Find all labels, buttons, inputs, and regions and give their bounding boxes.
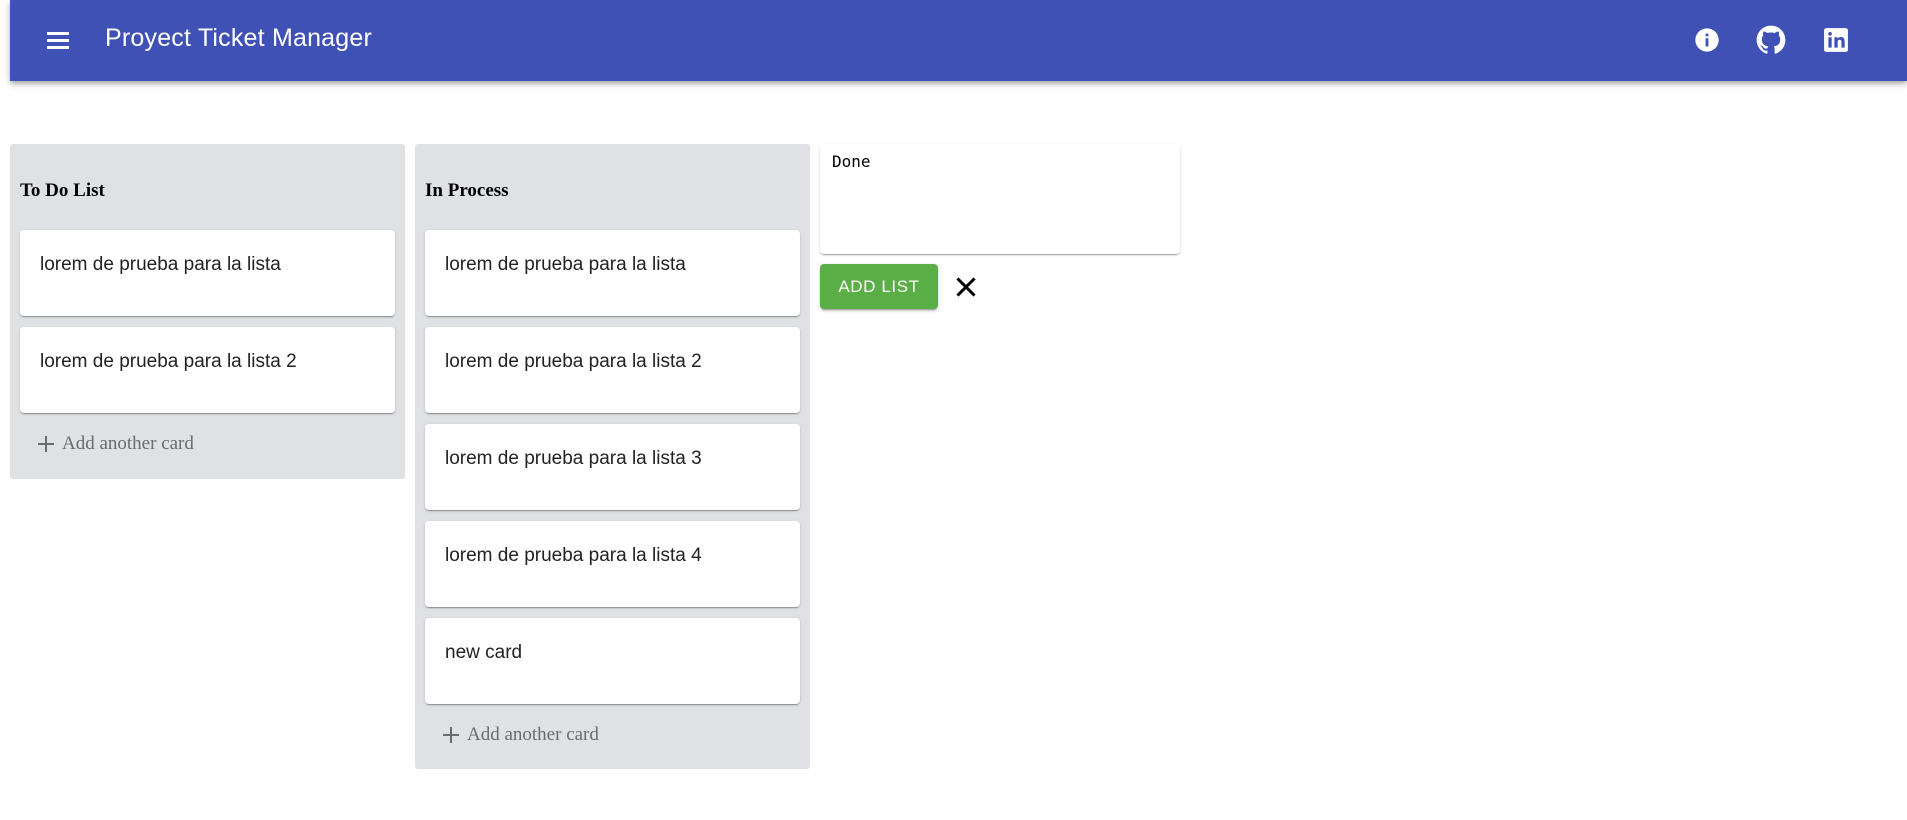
close-icon: [956, 277, 976, 297]
list-item[interactable]: lorem de prueba para la lista: [425, 230, 800, 316]
plus-icon: [38, 436, 54, 452]
list-to-do: To Do List lorem de prueba para la lista…: [10, 144, 405, 479]
list-item[interactable]: lorem de prueba para la lista 2: [20, 327, 395, 413]
new-list-title-input[interactable]: [820, 144, 1180, 254]
menu-button[interactable]: [40, 22, 76, 58]
add-card-button[interactable]: Add another card: [36, 433, 194, 455]
linkedin-icon: [1824, 28, 1848, 52]
app-bar: Proyect Ticket Manager: [10, 0, 1907, 81]
list-item[interactable]: lorem de prueba para la lista 4: [425, 521, 800, 607]
list-title[interactable]: In Process: [425, 180, 509, 202]
add-card-label: Add another card: [467, 724, 599, 745]
list-title[interactable]: To Do List: [20, 180, 105, 202]
list-item[interactable]: lorem de prueba para la lista 2: [425, 327, 800, 413]
info-button[interactable]: [1689, 22, 1725, 58]
card-text: lorem de prueba para la lista: [40, 254, 281, 275]
app-title: Proyect Ticket Manager: [105, 24, 373, 52]
github-icon: [1756, 25, 1786, 54]
card-text: lorem de prueba para la lista 4: [445, 545, 702, 566]
list-item[interactable]: lorem de prueba para la lista: [20, 230, 395, 316]
card-text: lorem de prueba para la lista 2: [445, 351, 702, 372]
plus-icon: [443, 727, 459, 743]
card-text: lorem de prueba para la lista: [445, 254, 686, 275]
cancel-button[interactable]: [951, 272, 981, 302]
list-item[interactable]: new card: [425, 618, 800, 704]
linkedin-button[interactable]: [1818, 22, 1854, 58]
info-icon: [1695, 28, 1719, 52]
github-button[interactable]: [1753, 22, 1789, 58]
list-item[interactable]: lorem de prueba para la lista 3: [425, 424, 800, 510]
card-text: new card: [445, 642, 523, 663]
add-list-button[interactable]: ADD LIST: [820, 264, 938, 309]
list-in-process: In Process lorem de prueba para la lista…: [415, 144, 810, 769]
add-card-label: Add another card: [62, 433, 194, 454]
card-text: lorem de prueba para la lista 3: [445, 448, 702, 469]
card-text: lorem de prueba para la lista 2: [40, 351, 297, 372]
add-card-button[interactable]: Add another card: [441, 724, 599, 746]
